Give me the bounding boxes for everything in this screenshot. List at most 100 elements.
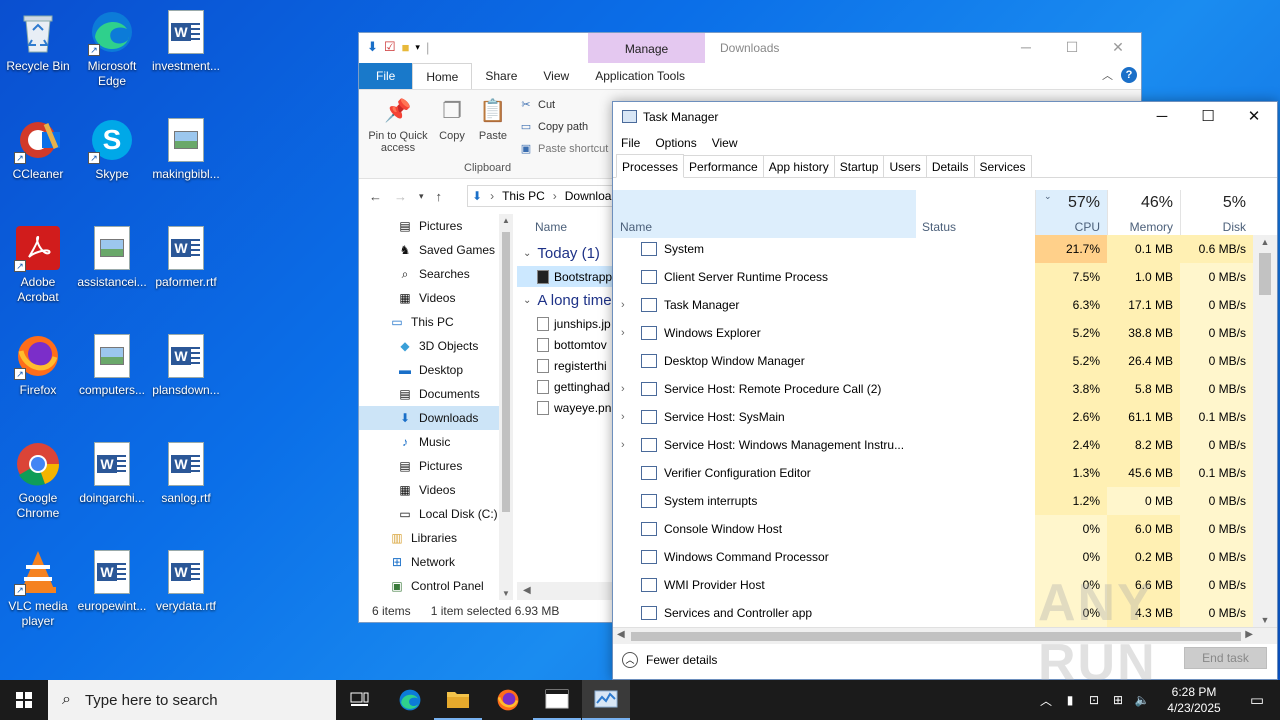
tab-view[interactable]: View	[530, 63, 582, 89]
task-view-button[interactable]	[336, 680, 384, 720]
tab-processes[interactable]: Processes	[616, 154, 685, 178]
scroll-up-icon[interactable]: ▲	[499, 216, 513, 225]
back-arrow-icon[interactable]: ←	[369, 189, 382, 204]
desktop-icon-file[interactable]: assistancei...	[74, 224, 150, 290]
desktop-icon-file[interactable]: W europewint...	[74, 548, 150, 614]
expand-chevron-icon[interactable]: ›	[621, 319, 633, 347]
menu-view[interactable]: View	[712, 136, 738, 150]
expand-chevron-icon[interactable]: ›	[621, 403, 633, 431]
process-row[interactable]: System interrupts 1.2% 0 MB 0 MB/s	[613, 487, 1253, 515]
maximize-button[interactable]: ☐	[1049, 33, 1095, 63]
desktop-icon-ccleaner[interactable]: ↗ CCleaner	[0, 116, 76, 182]
tab-startup[interactable]: Startup	[833, 155, 885, 177]
cut-button[interactable]: ✂ Cut	[519, 98, 555, 112]
forward-arrow-icon[interactable]: →	[394, 189, 407, 204]
properties-icon[interactable]: ☑	[384, 39, 396, 55]
chevron-down-icon[interactable]: ▾	[415, 42, 420, 53]
breadcrumb-downloads[interactable]: Downloa	[565, 189, 612, 203]
copy-button[interactable]: ❐ Copy	[435, 96, 469, 143]
volume-icon[interactable]: 🔈	[1130, 693, 1154, 707]
pin-to-quick-access-button[interactable]: 📌 Pin to Quick access	[365, 96, 431, 155]
taskbar-file-explorer[interactable]	[434, 680, 482, 720]
task-manager-titlebar[interactable]: Task Manager ─ ☐ ✕	[613, 102, 1277, 132]
nav-item-libraries[interactable]: ▥ Libraries	[359, 526, 499, 550]
up-arrow-icon[interactable]: ↑	[436, 189, 443, 204]
scroll-left-icon[interactable]: ◀	[523, 585, 531, 596]
process-scrollbar[interactable]: ▲ ▼	[1253, 235, 1277, 627]
process-row[interactable]: › Service Host: Windows Management Instru…	[613, 431, 1253, 459]
process-row[interactable]: Client Server Runtime Process 7.5% 1.0 MB 0…	[613, 263, 1253, 291]
process-row[interactable]: › Windows Explorer 5.2% 38.8 MB 0 MB/s	[613, 319, 1253, 347]
desktop-icon-file[interactable]: W paformer.rtf	[148, 224, 224, 290]
desktop-icon-adobe-acrobat[interactable]: ↗ Adobe Acrobat	[0, 224, 76, 305]
tab-app-history[interactable]: App history	[762, 155, 835, 177]
expand-chevron-icon[interactable]: ›	[621, 431, 633, 459]
taskbar-edge[interactable]	[386, 680, 434, 720]
nav-item-saved-games[interactable]: ♞ Saved Games	[359, 238, 499, 262]
scroll-left-icon[interactable]: ◀	[617, 629, 625, 640]
scroll-thumb[interactable]	[1259, 253, 1271, 295]
tab-home[interactable]: Home	[412, 63, 473, 89]
minimize-button[interactable]: ─	[1003, 33, 1049, 63]
tab-application-tools[interactable]: Application Tools	[582, 63, 698, 89]
network-icon[interactable]: ⊡	[1082, 693, 1106, 707]
desktop-icon-file[interactable]: W investment...	[148, 8, 224, 74]
desktop-icon-recycle-bin[interactable]: Recycle Bin	[0, 8, 76, 74]
nav-item-control-panel[interactable]: ▣ Control Panel	[359, 574, 499, 598]
process-row[interactable]: Windows Command Processor 0% 0.2 MB 0 MB/s	[613, 543, 1253, 571]
desktop-icon-vlc[interactable]: ↗ VLC media player	[0, 548, 76, 629]
process-row[interactable]: Desktop Window Manager 5.2% 26.4 MB 0 MB/s	[613, 347, 1253, 375]
expand-chevron-icon[interactable]: ›	[621, 291, 633, 319]
desktop-icon-file[interactable]: makingbibl...	[148, 116, 224, 182]
desktop-icon-microsoft-edge[interactable]: ↗ Microsoft Edge	[74, 8, 150, 89]
taskbar-task-manager[interactable]	[582, 680, 630, 720]
paste-button[interactable]: 📋 Paste	[475, 96, 511, 143]
manage-context-tab[interactable]: Manage	[588, 33, 705, 63]
taskbar-firefox[interactable]	[484, 680, 532, 720]
nav-item-network[interactable]: ⊞ Network	[359, 550, 499, 574]
end-task-button[interactable]: End task	[1184, 647, 1267, 669]
nav-item-downloads[interactable]: ⬇ Downloads	[359, 406, 499, 430]
scroll-up-icon[interactable]: ▲	[1253, 237, 1277, 247]
desktop-icon-file[interactable]: W verydata.rtf	[148, 548, 224, 614]
fewer-details-button[interactable]: ︿ Fewer details	[622, 652, 717, 668]
new-folder-icon[interactable]: ■	[402, 40, 410, 55]
expand-chevron-icon[interactable]: ›	[621, 375, 633, 403]
help-icon[interactable]: ?	[1121, 67, 1137, 83]
process-row[interactable]: › Service Host: Remote Procedure Call (2)…	[613, 375, 1253, 403]
desktop-icon-skype[interactable]: S ↗ Skype	[74, 116, 150, 182]
nav-item-documents[interactable]: ▤ Documents	[359, 382, 499, 406]
tab-users[interactable]: Users	[883, 155, 927, 177]
menu-file[interactable]: File	[621, 136, 640, 150]
nav-scrollbar[interactable]: ▲ ▼	[499, 214, 513, 600]
column-header-name[interactable]: Name	[613, 190, 916, 238]
minimize-button[interactable]: ─	[1139, 102, 1185, 132]
start-button[interactable]	[0, 680, 48, 720]
chevron-up-icon[interactable]: ︿	[1034, 692, 1058, 709]
desktop-icon-file[interactable]: W doingarchi...	[74, 440, 150, 506]
scroll-down-icon[interactable]: ▼	[499, 589, 513, 598]
breadcrumb-this-pc[interactable]: This PC	[502, 189, 545, 203]
nav-item-music[interactable]: ♪ Music	[359, 430, 499, 454]
nav-item-videos[interactable]: ▦ Videos	[359, 478, 499, 502]
nav-item-pictures[interactable]: ▤ Pictures	[359, 214, 499, 238]
notification-icon[interactable]: ▭	[1234, 691, 1280, 709]
maximize-button[interactable]: ☐	[1185, 102, 1231, 132]
menu-options[interactable]: Options	[655, 136, 696, 150]
tab-file[interactable]: File	[359, 63, 413, 89]
copy-path-button[interactable]: ▭ Copy path	[519, 120, 588, 134]
process-row[interactable]: Console Window Host 0% 6.0 MB 0 MB/s	[613, 515, 1253, 543]
desktop-icon-google-chrome[interactable]: Google Chrome	[0, 440, 76, 521]
nav-item-pictures[interactable]: ▤ Pictures	[359, 454, 499, 478]
process-row[interactable]: Verifier Configuration Editor 1.3% 45.6 MB…	[613, 459, 1253, 487]
nav-item-3d-objects[interactable]: ◆ 3D Objects	[359, 334, 499, 358]
desktop-icon-file[interactable]: W plansdown...	[148, 332, 224, 398]
close-button[interactable]: ✕	[1095, 33, 1141, 63]
desktop-icon-file[interactable]: W sanlog.rtf	[148, 440, 224, 506]
column-header-memory[interactable]: 46% Memory	[1107, 190, 1180, 238]
taskbar-search-box[interactable]: ⌕ Type here to search	[48, 680, 336, 720]
process-row[interactable]: › Service Host: SysMain 2.6% 61.1 MB 0.1 MB/…	[613, 403, 1253, 431]
tab-share[interactable]: Share	[472, 63, 530, 89]
close-button[interactable]: ✕	[1231, 102, 1277, 132]
download-arrow-icon[interactable]: ⬇	[367, 39, 378, 55]
